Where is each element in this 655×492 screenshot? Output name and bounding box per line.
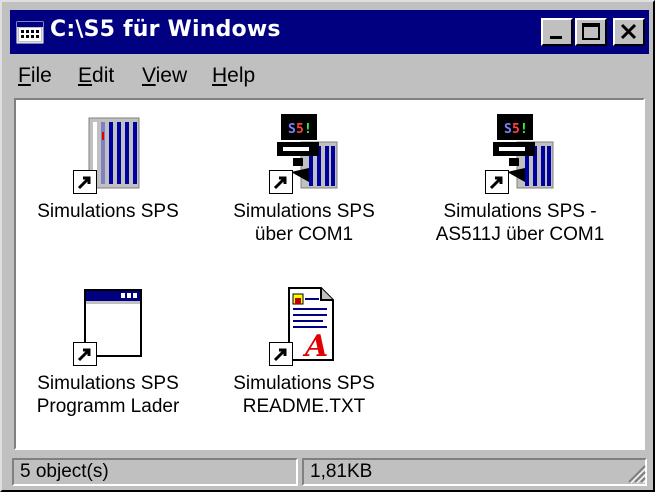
item-label: Simulations SPS [37, 201, 179, 222]
menu-bar: File Edit View Help [10, 56, 649, 94]
shortcut-arrow-icon [269, 342, 293, 366]
folder-window-icon [16, 21, 44, 44]
explorer-window: C:\S5 für Windows File Edit View Help Si… [0, 0, 655, 492]
resize-grip-icon[interactable] [623, 460, 647, 484]
plc-rack-shortcut-icon [73, 112, 143, 194]
svg-text:5: 5 [512, 122, 520, 137]
program-window-shortcut-icon [73, 284, 143, 366]
minimize-icon [550, 36, 562, 39]
svg-text:S: S [288, 122, 296, 137]
list-item[interactable]: A Simulations SPS README.TXT [204, 284, 404, 418]
menu-help[interactable]: Help [212, 64, 255, 88]
maximize-icon [582, 23, 600, 40]
list-item[interactable]: S 5 ! Simulations SPS über COM1 [204, 112, 404, 246]
svg-text:S: S [504, 122, 512, 137]
shortcut-arrow-icon [73, 342, 97, 366]
file-list-area[interactable]: Simulations SPS S 5 ! Simulations SPS üb… [14, 98, 645, 450]
list-item[interactable]: Simulations SPS Programm Lader [16, 284, 208, 418]
menu-view[interactable]: View [142, 64, 187, 88]
svg-text:!: ! [304, 122, 312, 137]
menu-file[interactable]: File [18, 64, 52, 88]
item-label: Simulations SPS README.TXT [233, 373, 375, 417]
shortcut-arrow-icon [73, 170, 97, 194]
minimize-button[interactable] [541, 18, 573, 46]
window-title: C:\S5 für Windows [50, 17, 281, 42]
title-bar[interactable]: C:\S5 für Windows [10, 10, 649, 54]
plc-monitor-shortcut-icon: S 5 ! [485, 112, 555, 194]
plc-monitor-shortcut-icon: S 5 ! [269, 112, 339, 194]
status-object-count: 5 object(s) [12, 458, 298, 486]
shortcut-arrow-icon [269, 170, 293, 194]
close-button[interactable] [613, 18, 645, 46]
item-label: Simulations SPS Programm Lader [36, 373, 180, 417]
menu-edit[interactable]: Edit [78, 64, 114, 88]
list-item[interactable]: S 5 ! Simulations SPS - AS511J über COM1 [420, 112, 620, 246]
status-size: 1,81KB [302, 458, 647, 486]
maximize-button[interactable] [575, 18, 607, 46]
svg-text:A: A [302, 329, 328, 364]
text-document-shortcut-icon: A [269, 284, 339, 366]
shortcut-arrow-icon [485, 170, 509, 194]
list-item[interactable]: Simulations SPS [16, 112, 208, 223]
close-icon [620, 23, 637, 40]
item-label: Simulations SPS über COM1 [233, 201, 375, 245]
svg-text:!: ! [520, 122, 528, 137]
item-label: Simulations SPS - AS511J über COM1 [435, 201, 605, 245]
svg-text:5: 5 [296, 122, 304, 137]
status-bar: 5 object(s) 1,81KB [10, 454, 649, 486]
